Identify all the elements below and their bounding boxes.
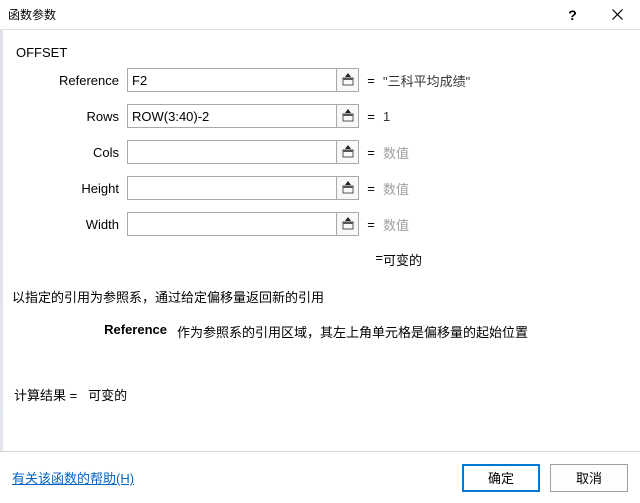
param-row-cols: Cols =数值	[12, 140, 628, 164]
calc-result-value: 可变的	[88, 388, 127, 403]
param-row-rows: Rows =1	[12, 104, 628, 128]
param-input-height[interactable]	[128, 177, 336, 199]
collapse-range-icon	[341, 181, 355, 195]
param-row-width: Width =数值	[12, 212, 628, 236]
param-label: Height	[12, 181, 127, 196]
param-input-width[interactable]	[128, 213, 336, 235]
dialog-title: 函数参数	[8, 6, 550, 23]
param-input-wrap	[127, 68, 359, 92]
collapse-range-icon	[341, 145, 355, 159]
param-label: Rows	[12, 109, 127, 124]
collapse-range-button[interactable]	[336, 105, 358, 127]
equals-sign: =	[359, 73, 383, 88]
calc-result-label: 计算结果 =	[14, 388, 77, 403]
help-button[interactable]: ?	[550, 0, 595, 29]
collapse-range-icon	[341, 217, 355, 231]
equals-sign: =	[359, 145, 383, 160]
argument-desc-label: Reference	[12, 322, 177, 341]
function-description: 以指定的引用为参照系，通过给定偏移量返回新的引用	[12, 287, 628, 306]
overall-result-row: = 可变的	[12, 250, 628, 269]
collapse-range-button[interactable]	[336, 69, 358, 91]
overall-result: 可变的	[383, 250, 628, 269]
argument-description-row: Reference 作为参照系的引用区域，其左上角单元格是偏移量的起始位置	[12, 322, 628, 341]
param-result: 数值	[383, 215, 628, 234]
param-label: Width	[12, 217, 127, 232]
param-label: Cols	[12, 145, 127, 160]
argument-desc-text: 作为参照系的引用区域，其左上角单元格是偏移量的起始位置	[177, 322, 628, 341]
param-result: 数值	[383, 179, 628, 198]
collapse-range-icon	[341, 109, 355, 123]
ok-button[interactable]: 确定	[462, 464, 540, 492]
equals-sign: =	[359, 217, 383, 232]
param-input-rows[interactable]	[128, 105, 336, 127]
collapse-range-button[interactable]	[336, 177, 358, 199]
dialog-footer: 有关该函数的帮助(H) 确定 取消	[0, 451, 640, 503]
param-label: Reference	[12, 73, 127, 88]
function-args-dialog: 函数参数 ? 百家号/Excel 教程学习 OFFSET Reference="…	[0, 0, 640, 503]
cancel-button[interactable]: 取消	[550, 464, 628, 492]
close-button[interactable]	[595, 0, 640, 29]
param-result: "三科平均成绩"	[383, 71, 628, 90]
collapse-range-button[interactable]	[336, 213, 358, 235]
param-input-reference[interactable]	[128, 69, 336, 91]
equals-sign: =	[359, 181, 383, 196]
overall-eq: =	[12, 250, 383, 269]
param-input-wrap	[127, 176, 359, 200]
param-input-wrap	[127, 140, 359, 164]
param-row-height: Height =数值	[12, 176, 628, 200]
param-input-cols[interactable]	[128, 141, 336, 163]
calc-result: 计算结果 = 可变的	[14, 385, 628, 404]
collapse-range-icon	[341, 73, 355, 87]
equals-sign: =	[359, 109, 383, 124]
param-result: 数值	[383, 143, 628, 162]
function-help-link[interactable]: 有关该函数的帮助(H)	[12, 468, 134, 487]
param-input-wrap	[127, 104, 359, 128]
close-icon	[612, 9, 623, 20]
param-row-reference: Reference ="三科平均成绩"	[12, 68, 628, 92]
function-name: OFFSET	[16, 45, 624, 60]
param-result: 1	[383, 109, 628, 124]
collapse-range-button[interactable]	[336, 141, 358, 163]
titlebar: 函数参数 ? 百家号/Excel 教程学习	[0, 0, 640, 30]
dialog-body: OFFSET Reference="三科平均成绩"Rows=1Cols=数值He…	[0, 30, 640, 451]
param-input-wrap	[127, 212, 359, 236]
